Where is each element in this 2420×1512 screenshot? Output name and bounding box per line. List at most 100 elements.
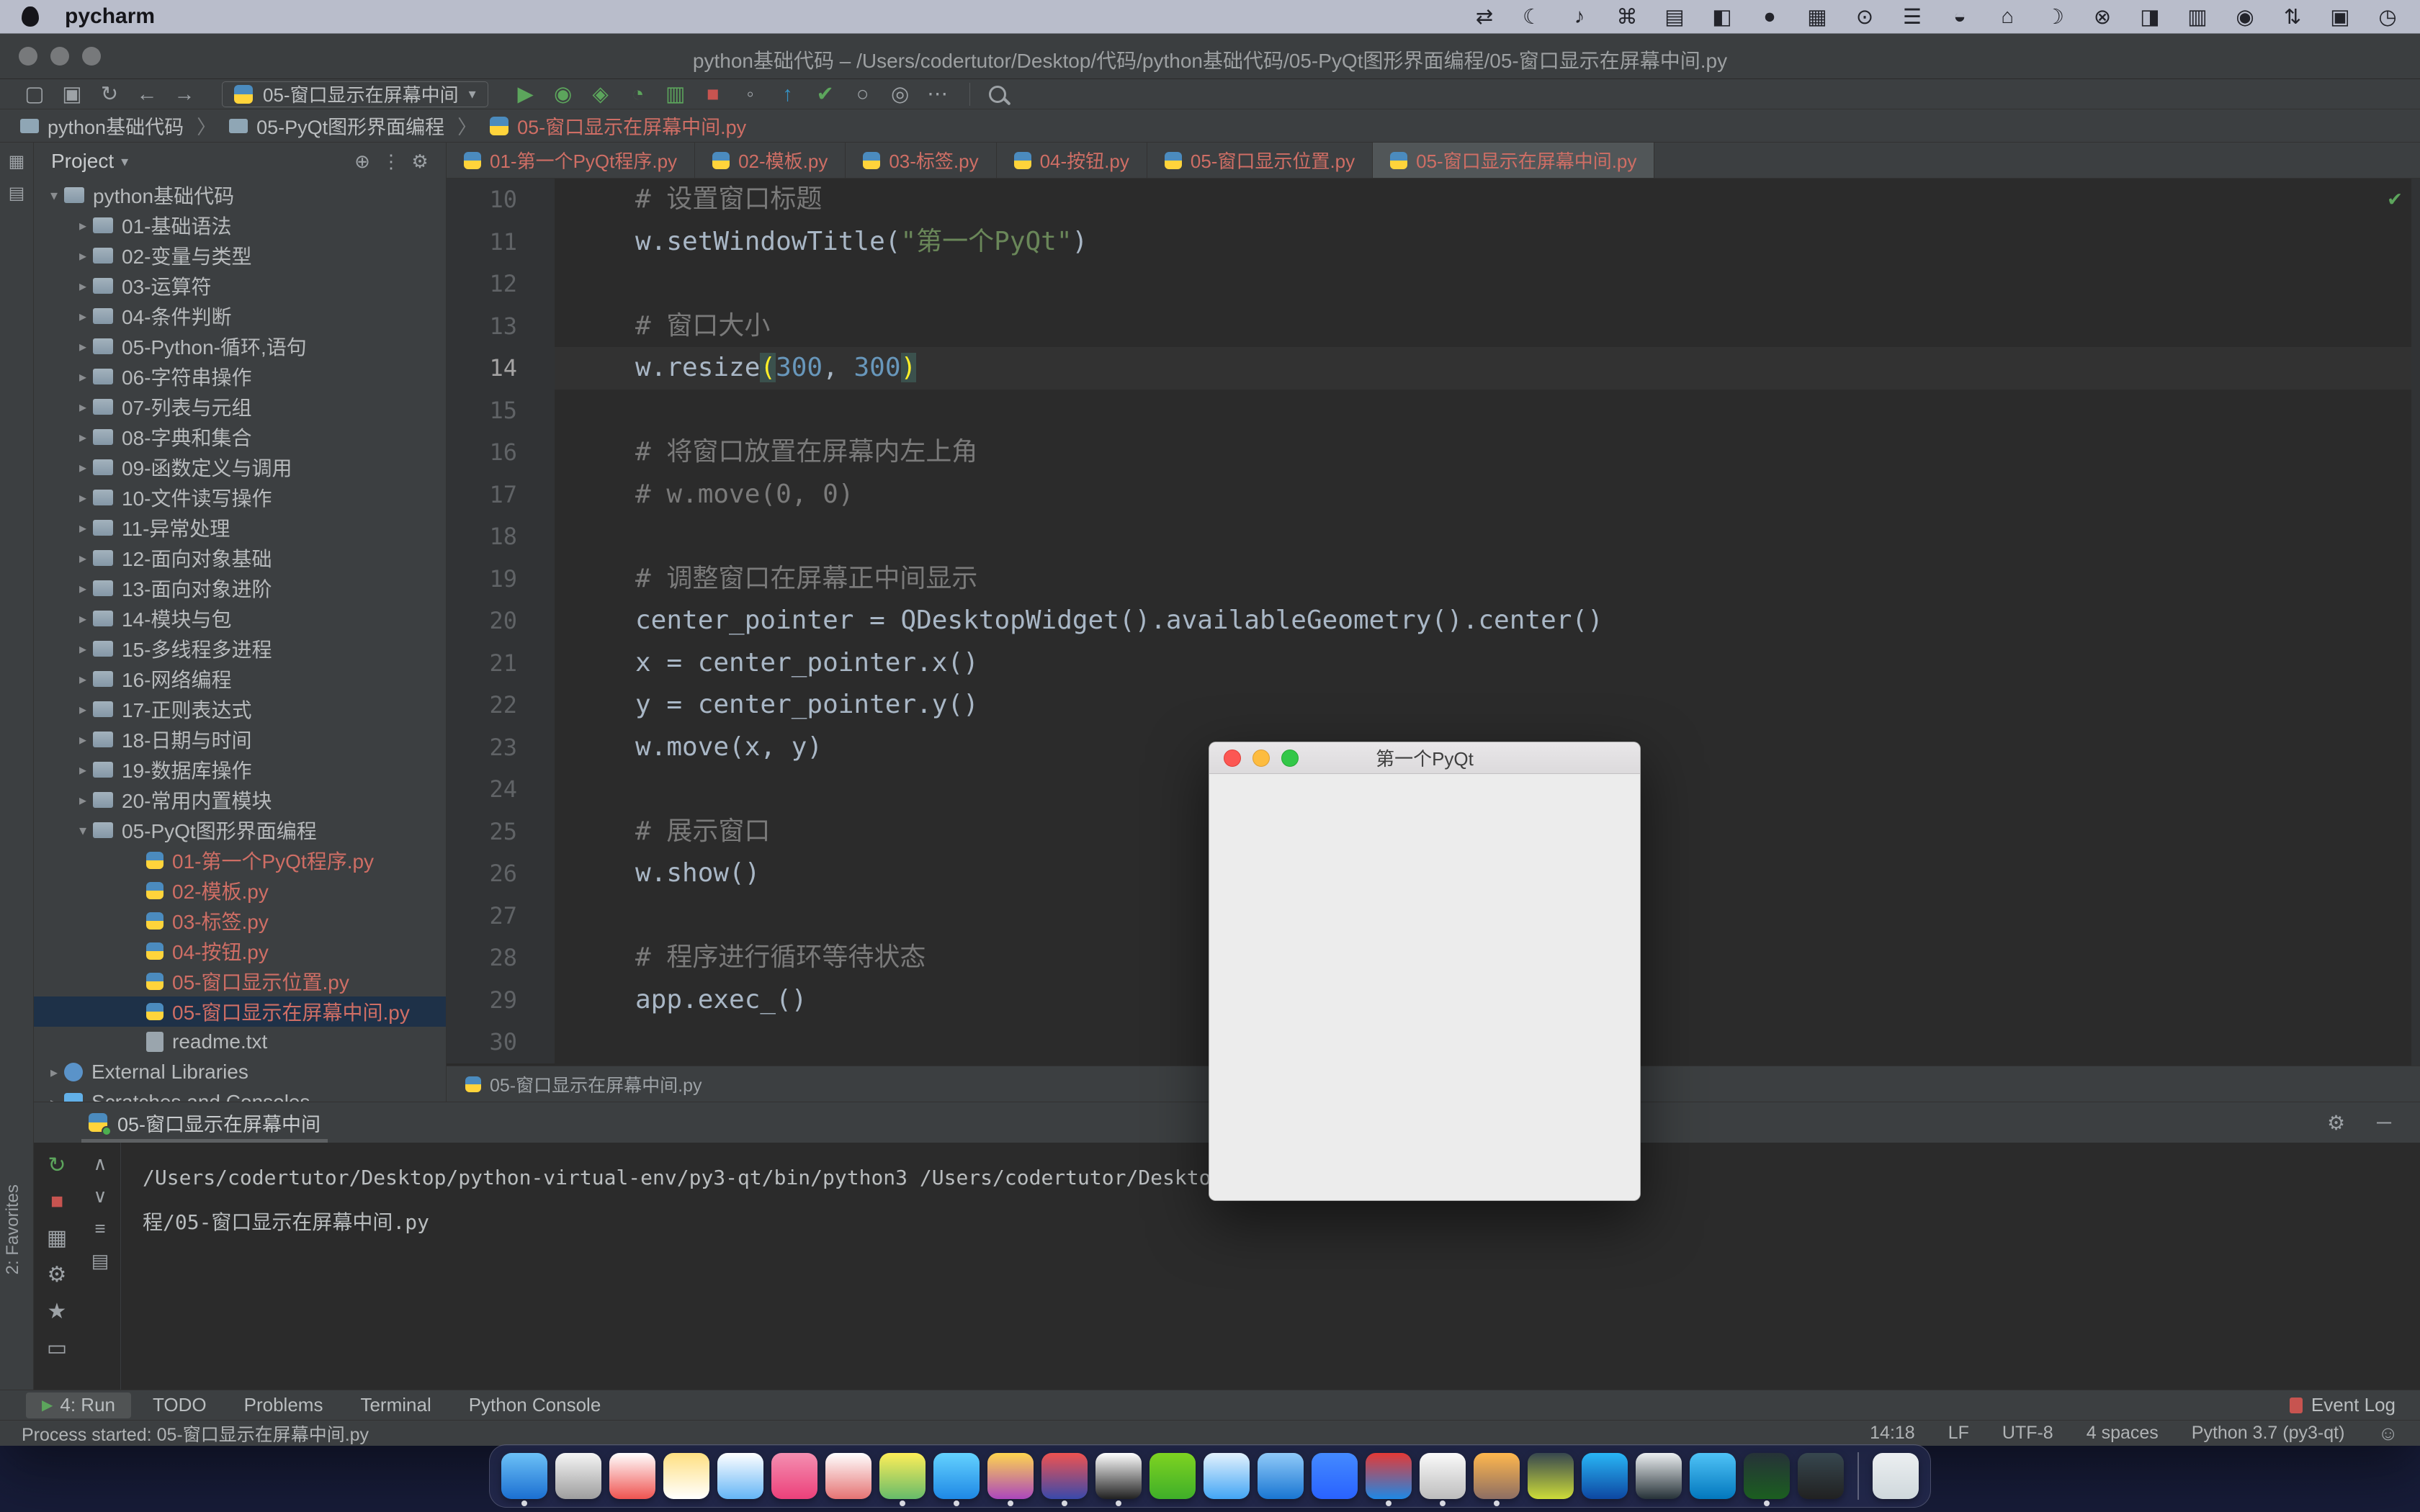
profile-icon[interactable]: ◔ xyxy=(619,79,657,109)
pyqt-title-bar[interactable]: 第一个PyQt xyxy=(1209,742,1640,774)
zoom-button[interactable] xyxy=(82,47,101,66)
breadcrumb-segment[interactable]: python基础代码 xyxy=(20,112,184,140)
editor-tab[interactable]: 02-模板.py xyxy=(695,143,846,178)
tree-row[interactable]: ▸10-文件读写操作 xyxy=(34,482,446,513)
tree-external-libraries[interactable]: ▸External Libraries xyxy=(34,1057,446,1087)
code-line[interactable]: 14w.resize(300, 300) xyxy=(447,347,2420,390)
tree-row[interactable]: ▸01-基础语法 xyxy=(34,210,446,240)
tree-row[interactable]: ▸17-正则表达式 xyxy=(34,694,446,724)
down-icon[interactable]: ∨ xyxy=(93,1185,107,1207)
tool-window-button[interactable]: Terminal xyxy=(344,1392,447,1418)
otimes-icon[interactable]: ⊗ xyxy=(2092,4,2113,30)
more-options-icon[interactable]: ⋮ xyxy=(377,150,405,173)
tree-row[interactable]: ▸03-运算符 xyxy=(34,271,446,301)
tree-row[interactable]: ▸15-多线程多进程 xyxy=(34,634,446,664)
collapse-all-icon[interactable]: ⊕ xyxy=(348,150,377,173)
tree-scratches[interactable]: ▸Scratches and Consoles xyxy=(34,1087,446,1102)
tree-toggle-icon[interactable]: ▸ xyxy=(73,519,93,537)
settings-icon[interactable]: ⚙ xyxy=(2327,1111,2345,1135)
inspect-icon[interactable]: ◎ xyxy=(882,79,919,109)
tree-toggle-icon[interactable]: ▸ xyxy=(73,217,93,235)
tree-root[interactable]: ▾python基础代码 xyxy=(34,180,446,210)
stop-icon[interactable]: ■ xyxy=(50,1189,63,1214)
stripes-icon[interactable]: ▥ xyxy=(2187,4,2208,30)
blue-x-app-dock-icon[interactable] xyxy=(1582,1453,1628,1499)
event-log-button[interactable]: Event Log xyxy=(2290,1394,2396,1416)
list-icon[interactable]: ☰ xyxy=(1901,4,1923,30)
tree-file[interactable]: 05-窗口显示在屏幕中间.py xyxy=(34,996,446,1027)
open-project-icon[interactable]: ▢ xyxy=(16,79,53,109)
circle-dot-icon[interactable]: ◉ xyxy=(2234,4,2256,30)
tree-file[interactable]: 01-第一个PyQt程序.py xyxy=(34,845,446,876)
safari-dock-icon[interactable] xyxy=(933,1453,980,1499)
project-header-title[interactable]: Project xyxy=(51,150,114,173)
rerun-icon[interactable]: ↻ xyxy=(48,1153,66,1178)
tree-toggle-icon[interactable]: ▸ xyxy=(73,610,93,628)
find-usages-icon[interactable]: ○ xyxy=(844,79,882,109)
square-dot-icon[interactable]: ▣ xyxy=(2329,4,2351,30)
tree-row[interactable]: ▸04-条件判断 xyxy=(34,301,446,331)
rows-icon[interactable]: ▤ xyxy=(1664,4,1685,30)
tree-toggle-icon[interactable]: ▸ xyxy=(73,247,93,265)
editor-tab[interactable]: 01-第一个PyQt程序.py xyxy=(447,143,695,178)
tree-toggle-icon[interactable]: ▸ xyxy=(73,549,93,567)
tree-row[interactable]: ▸02-变量与类型 xyxy=(34,240,446,271)
inspection-profile-icon[interactable]: ☺ xyxy=(2378,1422,2398,1445)
inspections-ok-icon[interactable]: ✔ xyxy=(2388,186,2401,211)
crescent-icon[interactable]: ☽ xyxy=(2044,4,2066,30)
tool-window-button[interactable]: ▶4: Run xyxy=(26,1392,131,1418)
minimize-button[interactable] xyxy=(1252,750,1270,767)
soft-wrap-icon[interactable]: ≡ xyxy=(94,1218,105,1240)
grid-icon[interactable]: ▦ xyxy=(1806,4,1828,30)
tree-row[interactable]: ▸12-面向对象基础 xyxy=(34,543,446,573)
contrast-icon[interactable]: ◧ xyxy=(1711,4,1733,30)
tree-toggle-icon[interactable]: ▸ xyxy=(73,338,93,356)
dark-circle-app-dock-icon[interactable] xyxy=(1636,1453,1682,1499)
gallery-dock-icon[interactable] xyxy=(609,1453,655,1499)
search-everywhere-icon[interactable] xyxy=(989,86,1006,103)
music-icon[interactable]: ♪ xyxy=(1569,5,1590,29)
tree-row[interactable]: ▸18-日期与时间 xyxy=(34,724,446,755)
clock-icon[interactable]: ◷ xyxy=(2377,4,2398,30)
yellow-green-app-dock-icon[interactable] xyxy=(879,1453,926,1499)
code-line[interactable]: 17# w.move(0, 0) xyxy=(447,474,2420,516)
tree-row[interactable]: ▸13-面向对象进阶 xyxy=(34,573,446,603)
tree-row[interactable]: ▸05-Python-循环,语句 xyxy=(34,331,446,361)
editor-tab[interactable]: 04-按钮.py xyxy=(997,143,1147,178)
tree-toggle-icon[interactable]: ▸ xyxy=(73,761,93,779)
moon-icon[interactable]: ☾ xyxy=(1521,4,1543,30)
qq-dock-icon[interactable] xyxy=(1095,1453,1142,1499)
code-line[interactable]: 19# 调整窗口在屏幕正中间显示 xyxy=(447,558,2420,600)
settings-icon[interactable]: ⚙ xyxy=(405,150,434,173)
tree-row[interactable]: ▸11-异常处理 xyxy=(34,513,446,543)
mail-dock-icon[interactable] xyxy=(1041,1453,1088,1499)
tree-row[interactable]: ▸20-常用内置模块 xyxy=(34,785,446,815)
home-icon[interactable]: ⌂ xyxy=(1996,5,2018,29)
editor-tab[interactable]: 03-标签.py xyxy=(846,143,996,178)
code-line[interactable]: 12 xyxy=(447,263,2420,305)
updown-icon[interactable]: ⇅ xyxy=(2282,4,2303,30)
box-right-icon[interactable]: ◨ xyxy=(2139,4,2161,30)
attach-icon[interactable]: ◦ xyxy=(732,79,769,109)
concurrency-icon[interactable]: ▥ xyxy=(657,79,694,109)
stop-icon[interactable]: ■ xyxy=(694,79,732,109)
messages-dock-icon[interactable] xyxy=(1204,1453,1250,1499)
tree-file-readme[interactable]: readme.txt xyxy=(34,1027,446,1057)
pink-app-dock-icon[interactable] xyxy=(771,1453,817,1499)
tree-toggle-icon[interactable]: ▸ xyxy=(73,701,93,719)
apple-menu-icon[interactable] xyxy=(22,6,39,27)
trash-dock-icon[interactable] xyxy=(1873,1453,1919,1499)
tree-toggle-icon[interactable]: ▸ xyxy=(73,307,93,325)
status-widget[interactable]: UTF-8 xyxy=(2002,1423,2053,1444)
close-button[interactable] xyxy=(1224,750,1241,767)
tree-toggle-icon[interactable]: ▸ xyxy=(73,670,93,688)
editor-breadcrumb-file[interactable]: 05-窗口显示在屏幕中间.py xyxy=(490,1071,702,1097)
terminal-green-dock-icon[interactable] xyxy=(1744,1453,1790,1499)
tree-toggle-icon[interactable]: ▾ xyxy=(73,822,93,840)
code-line[interactable]: 22y = center_pointer.y() xyxy=(447,684,2420,726)
close-button[interactable] xyxy=(19,47,37,66)
textedit-dock-icon[interactable] xyxy=(717,1453,763,1499)
tree-toggle-icon[interactable]: ▸ xyxy=(44,1094,64,1102)
settings-icon[interactable]: ⚙ xyxy=(48,1262,67,1287)
status-widget[interactable]: LF xyxy=(1948,1423,1969,1444)
